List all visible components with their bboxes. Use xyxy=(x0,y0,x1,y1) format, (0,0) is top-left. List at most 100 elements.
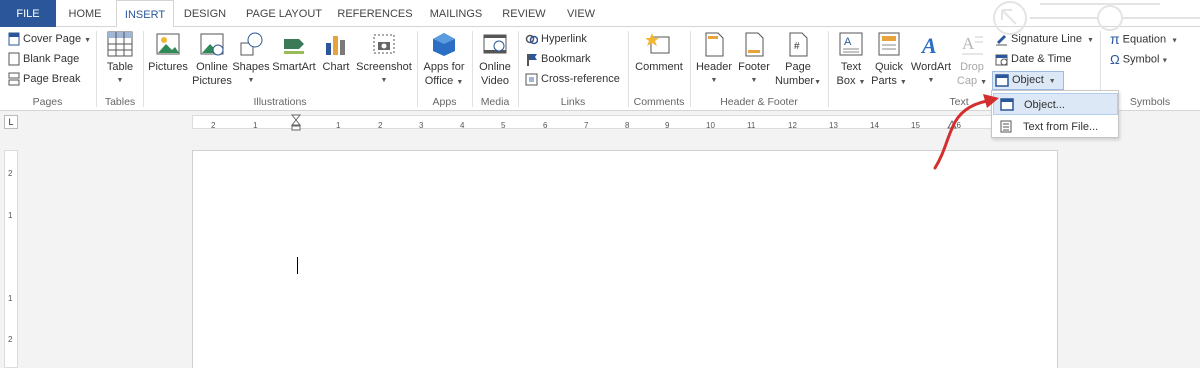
shapes-button[interactable]: Shapes ▼ xyxy=(232,31,270,88)
wordart-button[interactable]: A WordArt ▼ xyxy=(908,31,954,88)
equation-button[interactable]: π Equation ▼ xyxy=(1110,30,1178,49)
page-break-icon xyxy=(8,72,20,86)
ruler-tick: 1 xyxy=(336,121,341,130)
apps-group-label: Apps xyxy=(432,96,457,108)
date-time-icon xyxy=(995,54,1008,66)
signature-line-icon xyxy=(996,34,1007,46)
cover-page-icon xyxy=(8,32,20,46)
object-dropdown-menu: Object... Text from File... xyxy=(991,90,1119,138)
vruler-tick: 1 xyxy=(8,211,13,220)
page-number-button[interactable]: # Page Number▼ xyxy=(772,31,824,90)
cross-reference-button[interactable]: Cross-reference xyxy=(525,70,620,89)
pictures-label: Pictures xyxy=(148,61,188,73)
quick-parts-button[interactable]: Quick Parts ▼ xyxy=(870,31,908,90)
symbol-button[interactable]: Ω Symbol ▼ xyxy=(1110,50,1168,69)
page-number-label-2: Number xyxy=(774,75,815,87)
online-video-button[interactable]: Online Video xyxy=(474,31,516,88)
blank-page-label: Blank Page xyxy=(23,53,80,65)
ruler-tick: 14 xyxy=(870,121,879,130)
object-label: Object xyxy=(1012,74,1044,86)
smartart-icon xyxy=(284,39,304,54)
ruler-tick: 2 xyxy=(378,121,383,130)
tab-references[interactable]: REFERENCES xyxy=(336,0,414,27)
blank-page-button[interactable]: Blank Page xyxy=(8,50,79,69)
menu-item-object[interactable]: Object... xyxy=(993,93,1118,115)
tab-selector[interactable]: L xyxy=(4,115,18,129)
table-icon xyxy=(107,31,133,57)
signature-line-button[interactable]: Signature Line ▼ xyxy=(995,30,1094,49)
screenshot-icon xyxy=(373,34,395,54)
cover-page-label: Cover Page xyxy=(23,33,82,45)
tab-page-layout[interactable]: PAGE LAYOUT xyxy=(240,0,328,27)
ruler-tick: 12 xyxy=(788,121,797,130)
hyperlink-icon xyxy=(525,34,538,44)
date-time-button[interactable]: Date & Time xyxy=(995,50,1072,69)
tab-file[interactable]: FILE xyxy=(0,0,56,27)
ruler-tick: 6 xyxy=(543,121,548,130)
comments-group-label: Comments xyxy=(633,96,685,108)
document-page[interactable] xyxy=(192,150,1058,368)
tab-insert[interactable]: INSERT xyxy=(116,0,174,28)
tab-home[interactable]: HOME xyxy=(58,0,112,27)
object-button[interactable]: Object ▼ xyxy=(995,71,1056,90)
page-break-button[interactable]: Page Break xyxy=(8,70,80,89)
ruler-tick: 13 xyxy=(829,121,838,130)
picture-icon xyxy=(156,33,180,55)
drop-cap-button[interactable]: A Drop Cap ▼ xyxy=(954,31,990,90)
svg-text:A: A xyxy=(962,34,975,53)
chart-button[interactable]: Chart xyxy=(318,31,354,74)
tab-design[interactable]: DESIGN xyxy=(178,0,232,27)
apps-for-office-icon xyxy=(433,33,455,56)
header-button[interactable]: Header ▼ xyxy=(694,31,734,88)
vertical-ruler: 2 1 1 2 xyxy=(4,150,18,368)
online-pictures-button[interactable]: Online Pictures xyxy=(190,31,234,88)
header-footer-group-label: Header & Footer xyxy=(720,96,798,108)
drop-cap-label-2: Cap xyxy=(956,75,978,87)
ruler-tick: 3 xyxy=(419,121,424,130)
tab-mailings[interactable]: MAILINGS xyxy=(422,0,490,27)
wordart-label: WordArt xyxy=(910,61,952,73)
menu-item-text-from-file-label: Text from File... xyxy=(1023,121,1099,133)
blank-page-icon xyxy=(8,52,20,66)
cross-reference-label: Cross-reference xyxy=(541,73,620,85)
pages-group-label: Pages xyxy=(32,96,63,108)
page-number-icon: # xyxy=(789,32,808,57)
annotation-arrow xyxy=(933,94,999,170)
symbol-label: Symbol xyxy=(1122,53,1160,66)
comment-button[interactable]: Comment xyxy=(632,31,686,74)
online-video-label-1: Online xyxy=(479,61,511,73)
smartart-button[interactable]: SmartArt xyxy=(270,31,318,74)
tab-review[interactable]: REVIEW xyxy=(498,0,550,27)
online-pictures-label-1: Online xyxy=(196,61,228,73)
header-icon xyxy=(705,32,724,57)
footer-button[interactable]: Footer ▼ xyxy=(734,31,774,88)
screenshot-button[interactable]: Screenshot ▼ xyxy=(354,31,414,88)
vruler-tick: 1 xyxy=(8,294,13,303)
comment-icon xyxy=(646,33,670,54)
illustrations-group-label: Illustrations xyxy=(253,96,307,108)
bookmark-button[interactable]: Bookmark xyxy=(525,50,591,69)
indent-marker[interactable] xyxy=(291,114,301,132)
pi-icon: π xyxy=(1110,31,1120,47)
online-pictures-label-2: Pictures xyxy=(192,75,232,87)
omega-icon: Ω xyxy=(1110,52,1120,67)
quick-parts-label-2: Parts xyxy=(871,75,897,87)
text-box-label-2: Box xyxy=(836,75,856,87)
text-box-button[interactable]: A Text Box ▼ xyxy=(832,31,870,90)
cover-page-button[interactable]: Cover Page ▼ xyxy=(8,30,91,49)
pictures-button[interactable]: Pictures xyxy=(146,31,190,74)
apps-for-office-button[interactable]: Apps for Office ▼ xyxy=(420,31,468,90)
ruler-tick: 10 xyxy=(706,121,715,130)
screenshot-label: Screenshot xyxy=(356,61,412,73)
equation-label: Equation xyxy=(1122,33,1167,46)
tab-view[interactable]: VIEW xyxy=(558,0,604,27)
text-box-label-1: Text xyxy=(840,61,862,73)
menu-item-text-from-file[interactable]: Text from File... xyxy=(993,116,1118,138)
object-icon xyxy=(995,73,1009,87)
table-label: Table xyxy=(106,61,134,73)
table-button[interactable]: Table ▼ xyxy=(100,31,140,88)
hyperlink-button[interactable]: Hyperlink xyxy=(525,30,587,49)
ruler-tick: 15 xyxy=(911,121,920,130)
ruler-tick: 11 xyxy=(747,121,756,130)
ruler-tick: 7 xyxy=(584,121,589,130)
